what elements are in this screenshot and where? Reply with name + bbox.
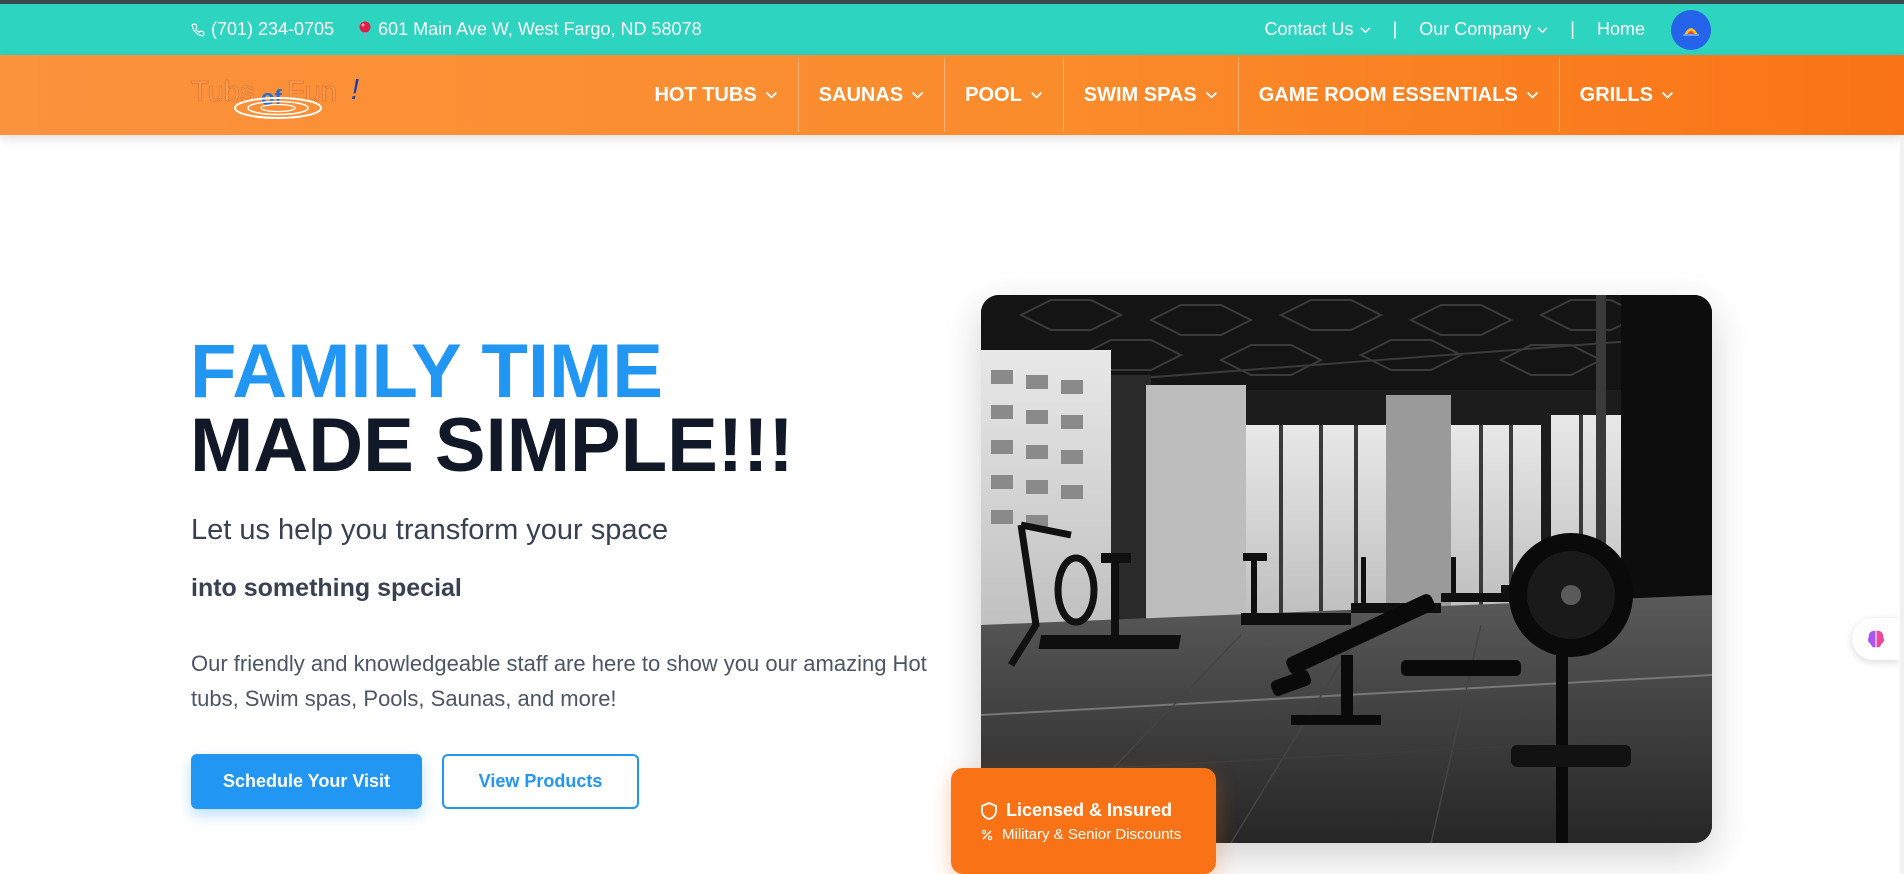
nav-label: GAME ROOM ESSENTIALS — [1258, 83, 1518, 106]
chevron-down-icon — [1537, 26, 1548, 34]
nav-label: GRILLS — [1579, 83, 1653, 106]
hero-image — [981, 295, 1712, 843]
chevron-down-icon — [911, 91, 924, 100]
our-company-dropdown[interactable]: Our Company — [1419, 19, 1548, 40]
contact-us-dropdown[interactable]: Contact Us — [1265, 19, 1371, 40]
badge-title-row: Licensed & Insured — [981, 800, 1172, 821]
chevron-down-icon — [1526, 91, 1539, 100]
our-company-label: Our Company — [1419, 19, 1532, 39]
hero-description: Our friendly and knowledgeable staff are… — [191, 651, 927, 711]
phone-number: (701) 234-0705 — [211, 19, 335, 39]
svg-text:Tubs: Tubs — [191, 76, 254, 108]
svg-text:!: ! — [351, 74, 359, 106]
nav-saunas[interactable]: SAUNAS — [797, 58, 944, 132]
nav-label: SAUNAS — [818, 83, 904, 106]
brain-icon[interactable] — [1852, 618, 1900, 660]
top-info-bar: (701) 234-0705 601 Main Ave W, West Farg… — [0, 4, 1904, 55]
percent-icon — [981, 829, 993, 841]
licensed-insured-badge: Licensed & Insured Military & Senior Dis… — [951, 768, 1216, 874]
address-text: 601 Main Ave W, West Fargo, ND 58078 — [378, 19, 702, 39]
view-products-button[interactable]: View Products — [442, 754, 639, 809]
shield-icon — [981, 801, 997, 820]
chevron-down-icon — [1359, 26, 1371, 34]
user-avatar[interactable] — [1671, 9, 1711, 50]
chevron-down-icon — [1205, 91, 1218, 100]
nav-swim-spas[interactable]: SWIM SPAS — [1062, 58, 1238, 132]
nav-label: SWIM SPAS — [1083, 83, 1197, 106]
scrollbar-track[interactable] — [1900, 135, 1904, 874]
nav-hot-tubs[interactable]: HOT TUBS — [634, 58, 797, 132]
nav-label: HOT TUBS — [654, 83, 757, 106]
hero-subtitle-2: into something special — [191, 574, 462, 602]
site-logo[interactable]: Tubs of Fun ! — [191, 69, 371, 121]
contact-info: (701) 234-0705 601 Main Ave W, West Farg… — [191, 4, 702, 55]
hero-subtitle: Let us help you transform your space — [191, 514, 669, 546]
contact-us-label: Contact Us — [1264, 19, 1354, 39]
hero-title-line2: MADE SIMPLE!!! — [190, 403, 794, 488]
chevron-down-icon — [1030, 91, 1043, 100]
main-navbar: Tubs of Fun ! HOT TUBS SAUNAS POOL SWIM … — [0, 55, 1904, 135]
phone-icon — [191, 23, 205, 37]
top-links: Contact Us | Our Company | Home — [1265, 4, 1711, 55]
badge-subtitle-row: Military & Senior Discounts — [981, 826, 1181, 843]
map-pin-icon — [358, 21, 372, 39]
phone-link[interactable]: (701) 234-0705 — [191, 19, 334, 40]
nav-grills[interactable]: GRILLS — [1558, 58, 1694, 132]
address-link[interactable]: 601 Main Ave W, West Fargo, ND 58078 — [358, 19, 702, 40]
badge-subtitle: Military & Senior Discounts — [1002, 826, 1182, 843]
nav-pool[interactable]: POOL — [944, 58, 1063, 132]
primary-nav: HOT TUBS SAUNAS POOL SWIM SPAS GAME ROOM… — [634, 58, 1694, 132]
separator: | — [1570, 19, 1575, 39]
nav-label: POOL — [965, 83, 1022, 106]
chevron-down-icon — [1661, 91, 1674, 100]
separator: | — [1392, 19, 1398, 39]
chevron-down-icon — [765, 91, 778, 100]
schedule-visit-button[interactable]: Schedule Your Visit — [191, 754, 422, 809]
home-link[interactable]: Home — [1597, 19, 1645, 40]
badge-title: Licensed & Insured — [1006, 800, 1173, 820]
nav-game-room-essentials[interactable]: GAME ROOM ESSENTIALS — [1237, 58, 1559, 132]
